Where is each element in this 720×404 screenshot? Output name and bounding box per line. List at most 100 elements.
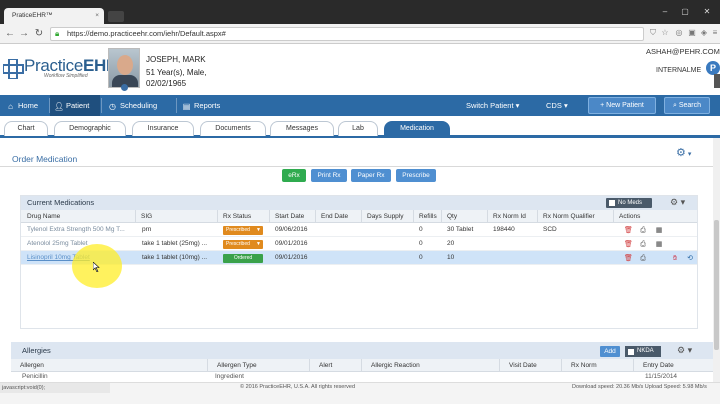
print-rx-button[interactable]: Print Rx [311,169,347,182]
col-visit-date[interactable]: Visit Date [500,359,562,372]
switch-patient-label: Switch Patient [466,101,514,110]
panel-title: Current Medications [27,198,95,207]
start-date: 09/01/2016 [275,254,308,261]
cds-dropdown[interactable]: CDS ▾ [542,95,580,116]
patient-icon: 👤︎ [54,102,65,111]
col-refills[interactable]: Refills [414,210,442,223]
nav-home[interactable]: ⌂ Home [2,95,48,116]
tab-medication[interactable]: Medication [384,121,450,136]
tab-documents[interactable]: Documents [200,121,266,136]
tab-insurance[interactable]: Insurance [132,121,194,136]
extension-icon[interactable]: ◎ [673,27,685,39]
delete-icon[interactable]: 🗑︎ [624,254,633,263]
shield-icon[interactable]: ⛉ [647,27,659,39]
rx-status-label: Prescribed [226,227,250,233]
col-allergic-reaction[interactable]: Allergic Reaction [362,359,500,372]
col-rx-norm-qualifier[interactable]: Rx Norm Qualifier [538,210,614,223]
paper-rx-button[interactable]: Paper Rx [351,169,391,182]
start-date: 09/06/2016 [275,226,308,233]
nav-scheduling[interactable]: ◷ Scheduling [104,95,176,116]
allergies-gear-icon[interactable]: ⚙︎ ▾ [677,345,692,356]
col-entry-date[interactable]: Entry Date [634,359,713,372]
reload-icon[interactable]: ↻ [33,28,45,40]
col-alert[interactable]: Alert [310,359,362,372]
start-date: 09/01/2016 [275,240,308,247]
forward-icon[interactable]: → [18,28,30,40]
stop-hand-icon[interactable]: ✋︎ [671,254,679,263]
col-rx-norm[interactable]: Rx Norm [562,359,634,372]
nav-home-label: Home [18,101,39,110]
rx-status-select[interactable]: Prescribed ▼ [223,226,263,235]
patient-photo[interactable] [108,48,140,88]
rx-status-select[interactable]: Prescribed ▼ [223,240,263,249]
back-icon[interactable]: ← [4,28,16,40]
scrollbar-thumb[interactable] [714,220,719,350]
refresh-icon[interactable]: ⟲ [686,254,694,263]
new-patient-button[interactable]: + New Patient [588,97,656,114]
user-badge-icon[interactable]: P [706,61,720,75]
allergen[interactable]: Penicillin [22,372,142,381]
settings-gear-icon[interactable]: ⚙︎ ▾ [676,146,698,160]
allergy-row[interactable]: Penicillin Ingredient 11/15/2014 [11,372,717,381]
no-meds-checkbox[interactable]: No Meds [606,198,652,208]
menu-icon[interactable]: ≡ [709,27,720,39]
qty: 30 Tablet [447,226,474,233]
print-icon[interactable]: ⎙ [639,226,647,235]
prescribe-button[interactable]: Prescribe [396,169,436,182]
chevron-down-icon: ▼ [256,227,261,233]
delete-icon[interactable]: 🗑︎ [624,226,633,235]
lock-icon: 🔒︎ [55,29,60,38]
col-sig[interactable]: SIG [136,210,218,223]
col-start-date[interactable]: Start Date [270,210,316,223]
col-allergen-type[interactable]: Allergen Type [208,359,310,372]
browser-tab[interactable]: PraticeEHR™ × [4,8,104,24]
nav-reports[interactable]: ▤ Reports [178,95,228,116]
patient-info-icon[interactable] [121,84,128,91]
add-allergy-button[interactable]: Add [600,346,620,357]
network-speed-text: Download speed: 20.36 Mb/s Upload Speed:… [572,384,707,390]
patient-dob: 02/02/1965 [146,79,187,88]
nkda-checkbox[interactable]: NKDA [625,346,661,357]
nav-patient[interactable]: 👤︎ Patient [50,95,100,116]
col-allergen[interactable]: Allergen [11,359,208,372]
print-icon[interactable]: ⎙ [639,254,647,263]
rx-status-badge[interactable]: Ordered [223,254,263,263]
erx-button[interactable]: eRx [282,169,306,182]
bookmark-star-icon[interactable]: ☆ [659,27,671,39]
col-rx-status[interactable]: Rx Status [218,210,270,223]
tab-lab[interactable]: Lab [338,121,378,136]
delete-icon[interactable]: 🗑︎ [624,240,633,249]
drug-name[interactable]: Tylenol Extra Strength 500 Mg T... [27,223,134,237]
tab-demographic[interactable]: Demographic [54,121,126,136]
tab-messages[interactable]: Messages [270,121,334,136]
tab-chart[interactable]: Chart [4,121,48,136]
user-location[interactable]: INTERNALME [656,67,701,74]
no-meds-label: No Meds [618,200,643,206]
patient-age-gender: 51 Year(s), Male, [146,68,207,77]
new-tab-button[interactable] [108,11,124,22]
col-drug-name[interactable]: Drug Name [22,210,136,223]
col-days-supply[interactable]: Days Supply [362,210,414,223]
col-rx-norm-id[interactable]: Rx Norm Id [488,210,538,223]
sig: take 1 tablet (25mg) ... [142,240,208,247]
col-end-date[interactable]: End Date [316,210,362,223]
panel-gear-icon[interactable]: ⚙︎ ▾ [670,197,685,208]
user-menu-button[interactable] [714,74,720,88]
close-tab-icon[interactable]: × [95,8,99,24]
switch-patient-dropdown[interactable]: Switch Patient ▾ [462,95,532,116]
url-field[interactable]: 🔒︎ https://demo.practiceehr.com/iehr/Def… [50,27,644,41]
prescription-icon[interactable]: ▦ [655,226,663,235]
user-email[interactable]: ASHAH@PEHR.COM [646,47,720,56]
minimize-icon[interactable]: – [660,7,670,17]
print-icon[interactable]: ⎙ [639,240,647,249]
col-qty[interactable]: Qty [442,210,488,223]
logo-tagline: Workflow Simplified [44,73,88,79]
home-icon: ⌂ [8,102,13,111]
extension-icon[interactable]: ▣ [686,27,698,39]
search-button[interactable]: ⌕ Search [664,97,710,114]
close-window-icon[interactable]: ✕ [702,7,712,17]
sig: prn [142,226,152,233]
maximize-icon[interactable]: ▢ [680,7,690,17]
prescription-icon[interactable]: ▦ [655,240,663,249]
patient-name: JOSEPH, MARK [146,55,206,64]
